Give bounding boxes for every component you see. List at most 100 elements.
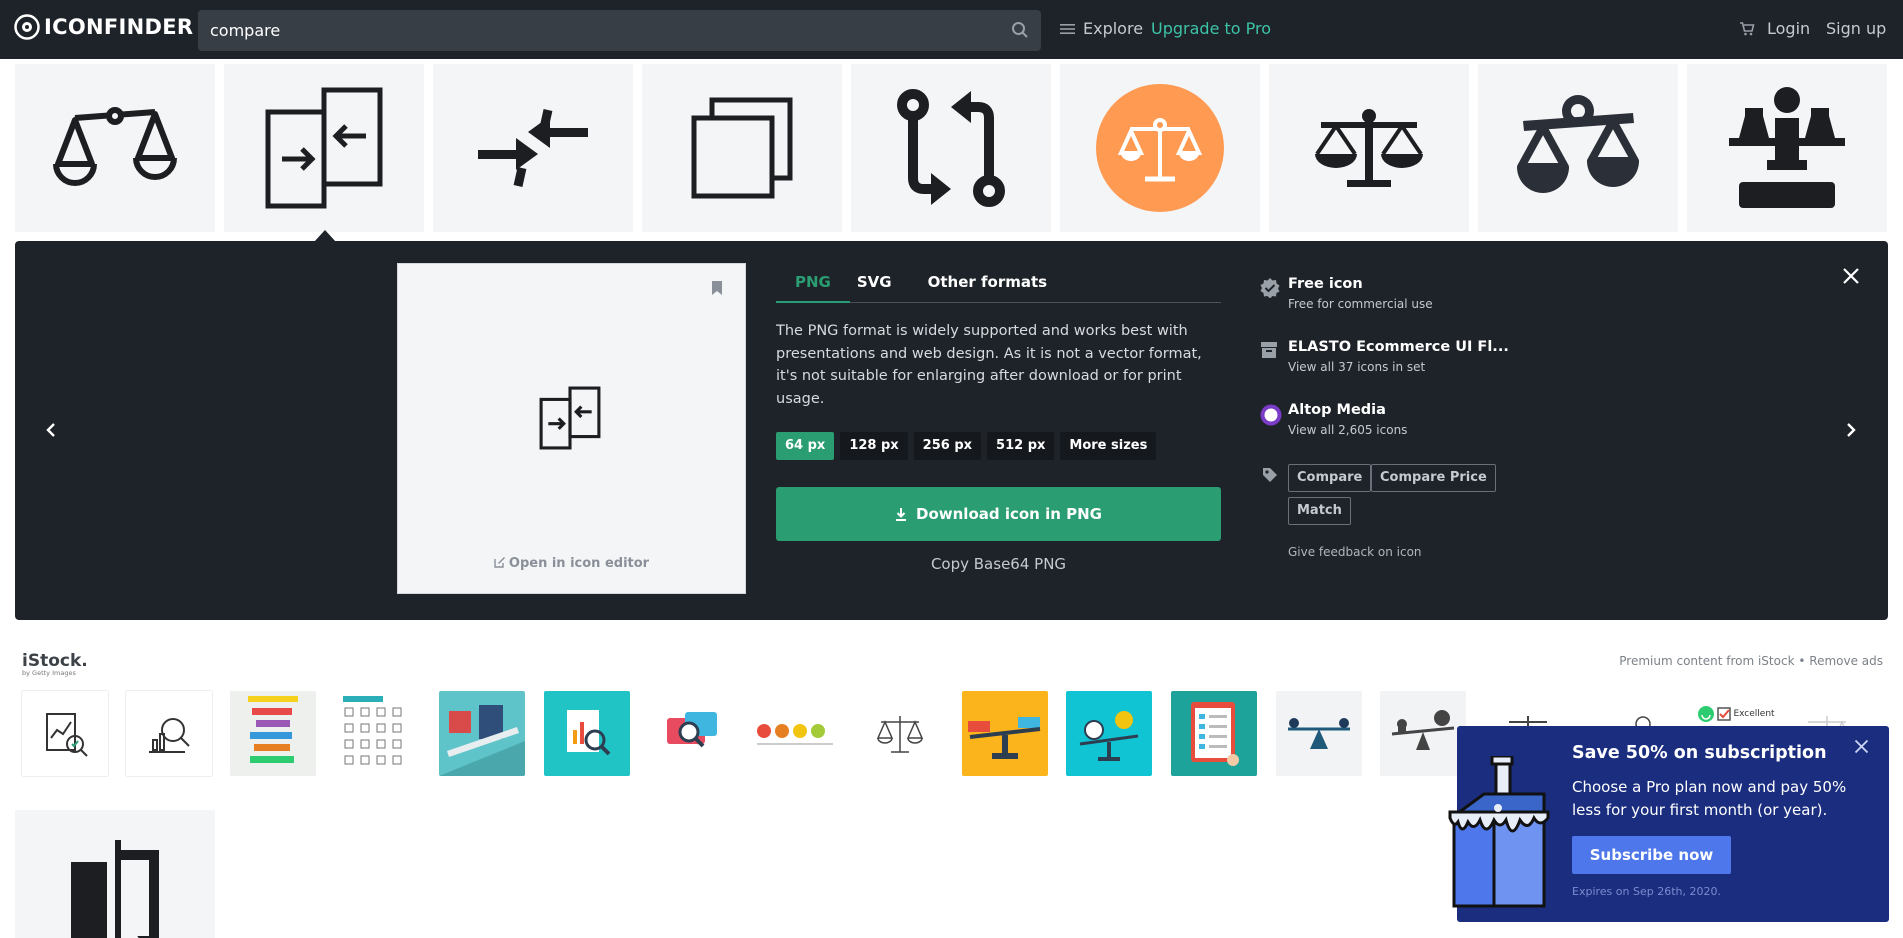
milk-carton-illustration [1440, 754, 1560, 920]
feedback-link[interactable]: Give feedback on icon [1288, 545, 1422, 559]
milk-carton-icon [1448, 754, 1550, 908]
subscribe-now-button[interactable]: Subscribe now [1572, 836, 1731, 874]
format-tabs: PNG SVG Other formats [776, 273, 1221, 303]
signup-link[interactable]: Sign up [1826, 19, 1886, 38]
previous-icon-arrow[interactable] [45, 422, 57, 438]
author-title[interactable]: Altop Media [1288, 402, 1386, 418]
istock-thumb[interactable] [962, 691, 1048, 776]
remove-ads-link[interactable]: Remove ads [1809, 654, 1883, 668]
explore-label: Explore [1083, 19, 1144, 38]
bookmark-icon[interactable] [710, 280, 724, 296]
tab-png[interactable]: PNG [776, 273, 850, 303]
istock-thumb[interactable] [230, 691, 316, 776]
premium-notice: Premium content from iStock • Remove ads [1619, 654, 1883, 668]
free-icon-subtitle: Free for commercial use [1288, 297, 1433, 311]
promo-text: Choose a Pro plan now and pay 50% less f… [1572, 778, 1847, 819]
balance-scale-bold-icon [1517, 95, 1639, 193]
download-png-button[interactable]: Download icon in PNG [776, 487, 1221, 541]
iconset-title[interactable]: ELASTO Ecommerce UI Fl... [1288, 339, 1509, 355]
result-tile[interactable] [433, 64, 633, 232]
istock-thumb[interactable] [544, 691, 630, 776]
iconset-subtitle[interactable]: View all 37 icons in set [1288, 360, 1425, 374]
author-subtitle[interactable]: View all 2,605 icons [1288, 423, 1407, 437]
cart-icon[interactable] [1739, 21, 1755, 37]
eye-logo-icon [14, 14, 40, 40]
excellent-label: Excellent [1733, 708, 1775, 719]
lawyer-podium-icon [1729, 87, 1845, 208]
istock-thumb[interactable] [857, 691, 943, 776]
tag-compare-price[interactable]: Compare Price [1371, 464, 1496, 492]
balance-scale-solid-icon [1315, 109, 1423, 187]
format-description: The PNG format is widely supported and w… [776, 323, 1202, 407]
hamburger-icon [1060, 23, 1075, 34]
result-tile[interactable] [1269, 64, 1469, 232]
checklist-thumb [1191, 701, 1239, 766]
size-512-button[interactable]: 512 px [987, 432, 1055, 460]
size-256-button[interactable]: 256 px [913, 432, 982, 460]
close-panel-icon[interactable] [1842, 267, 1860, 285]
icon-grid-thumb [343, 695, 402, 764]
top-navbar: ICONFINDER Explore Upgrade to Pro Login … [0, 0, 1903, 59]
time-money-thumb [1079, 710, 1139, 761]
istock-thumb[interactable] [648, 691, 734, 776]
search-icon[interactable] [1011, 21, 1029, 39]
istock-thumb[interactable] [334, 691, 420, 776]
search-input[interactable] [210, 21, 990, 40]
tab-other-formats[interactable]: Other formats [911, 273, 1066, 303]
istock-logo[interactable]: iStock. by Getty Images [22, 651, 88, 677]
result-tile[interactable] [642, 64, 842, 232]
scale-orange-circle-icon [1096, 84, 1224, 212]
tag-icon [1263, 468, 1277, 482]
report-magnifier-thumb [567, 709, 611, 755]
istock-thumb[interactable] [753, 691, 839, 776]
upgrade-link[interactable]: Upgrade to Pro [1151, 19, 1271, 38]
close-promo-icon[interactable] [1854, 739, 1869, 754]
open-editor-label: Open in icon editor [508, 556, 650, 571]
istock-thumb[interactable] [22, 691, 108, 776]
tag-match[interactable]: Match [1288, 497, 1351, 525]
search-bar[interactable] [198, 10, 1041, 51]
bar-magnifier-icon [149, 717, 190, 753]
emoji-rating-thumb [757, 723, 833, 745]
promo-expiry: Expires on Sep 26th, 2020. [1572, 885, 1721, 898]
istock-thumb[interactable] [126, 691, 212, 776]
login-link[interactable]: Login [1767, 19, 1810, 38]
tab-svg[interactable]: SVG [850, 273, 911, 303]
promo-title: Save 50% on subscription [1572, 743, 1827, 763]
copy-base64-link[interactable]: Copy Base64 PNG [776, 555, 1221, 573]
explore-menu[interactable]: Explore [1060, 19, 1143, 38]
open-in-editor-link[interactable]: Open in icon editor [398, 556, 745, 571]
size-128-button[interactable]: 128 px [840, 432, 908, 460]
result-tile[interactable] [1478, 64, 1678, 232]
istock-logo-text: iStock. [22, 651, 88, 671]
size-64-button[interactable]: 64 px [776, 432, 835, 460]
next-icon-arrow[interactable] [1845, 422, 1857, 438]
download-label: Download icon in PNG [916, 505, 1102, 523]
smiley-icon [1698, 705, 1715, 722]
overlapping-squares-icon [691, 97, 793, 199]
premium-separator: • [1798, 654, 1806, 668]
istock-thumb[interactable] [1276, 691, 1362, 776]
verified-badge-icon [1260, 278, 1280, 298]
cubes-seesaw-thumb [439, 705, 525, 776]
iconset-archive-icon [1261, 342, 1277, 358]
istock-thumb[interactable] [1171, 691, 1257, 776]
result-tile[interactable] [15, 810, 215, 938]
result-tile-selected[interactable] [224, 64, 424, 232]
logo-text: ICONFINDER [44, 15, 194, 39]
icon-preview-box: Open in icon editor [397, 263, 746, 594]
istock-thumb[interactable] [1066, 691, 1152, 776]
price-value-thumb [968, 717, 1041, 759]
result-tile[interactable] [851, 64, 1051, 232]
istock-thumb[interactable] [439, 691, 525, 776]
logo[interactable]: ICONFINDER [14, 14, 193, 40]
result-tile[interactable] [15, 64, 215, 232]
infographic-thumb [248, 695, 298, 763]
balance-scale-outline-icon [53, 107, 177, 186]
preview-compare-icon [539, 386, 601, 450]
size-options: 64 px 128 px 256 px 512 px More sizes [776, 432, 1157, 460]
result-tile[interactable] [1687, 64, 1887, 232]
more-sizes-button[interactable]: More sizes [1060, 432, 1157, 460]
result-tile[interactable] [1060, 64, 1260, 232]
tag-compare[interactable]: Compare [1288, 464, 1372, 492]
